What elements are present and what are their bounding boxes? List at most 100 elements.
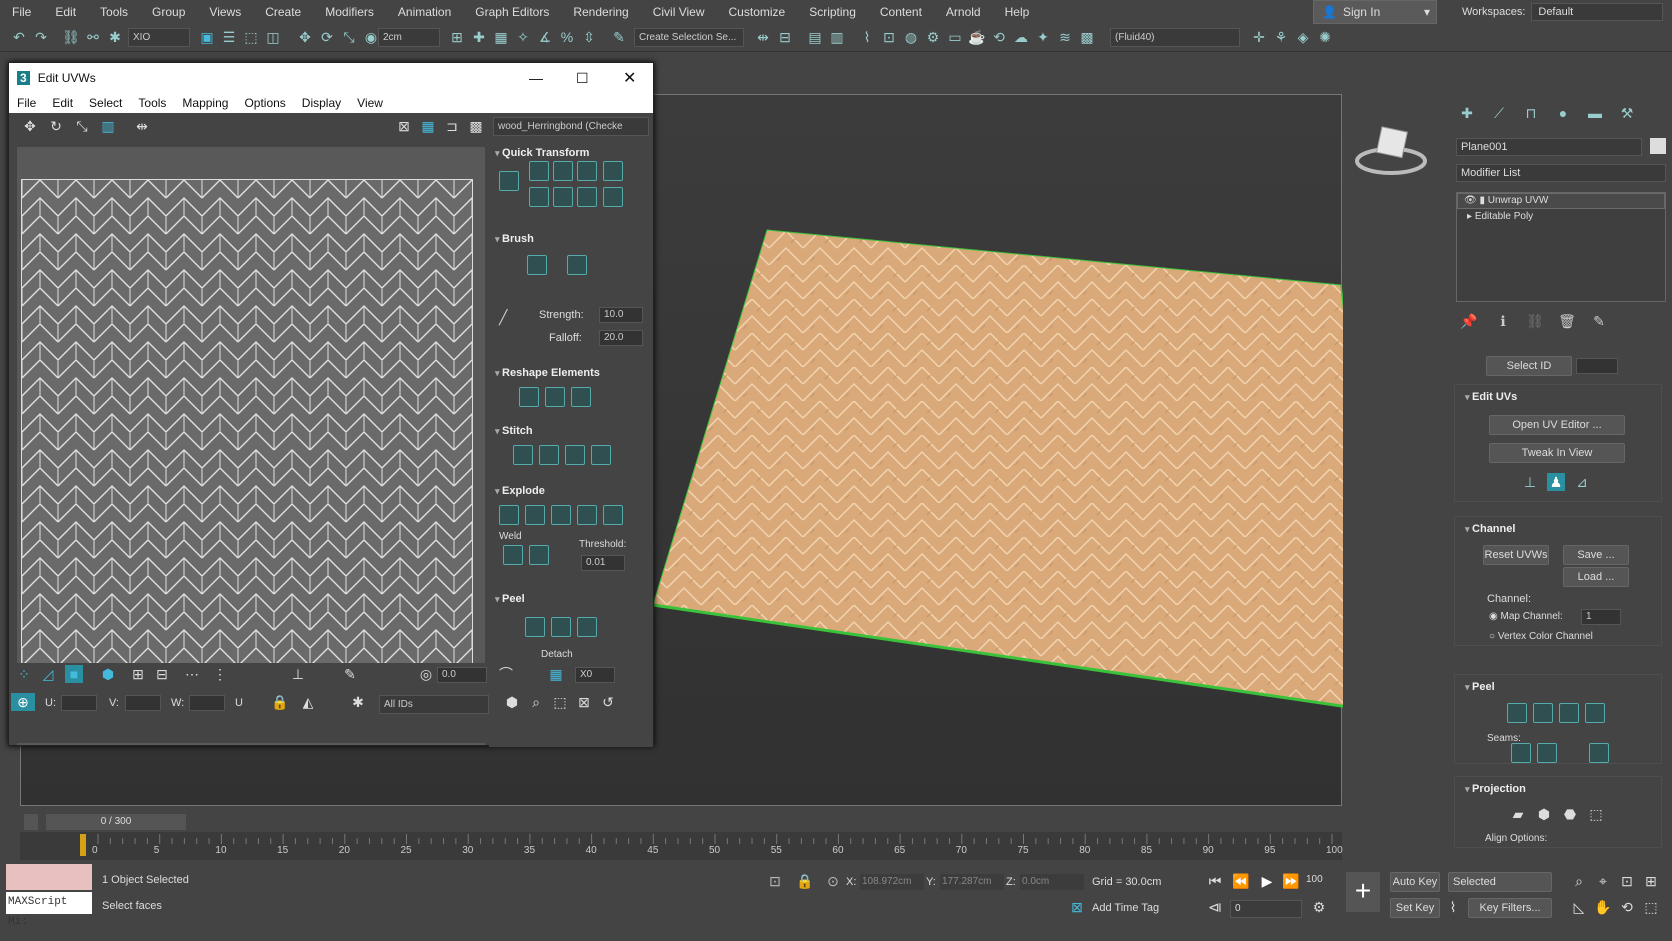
paint-select-icon[interactable]: ✎: [341, 665, 359, 683]
uv-paint-icon[interactable]: ♟: [1547, 473, 1565, 491]
prev-frame-icon[interactable]: ⏪: [1232, 872, 1250, 890]
render-production-icon[interactable]: ☕: [968, 28, 986, 46]
align-horizontal-icon[interactable]: [529, 161, 549, 181]
move-uv-icon[interactable]: ✥: [21, 117, 39, 135]
fluid-render-icon[interactable]: ◈: [1294, 28, 1312, 46]
relax-icon[interactable]: [545, 387, 565, 407]
box-map-icon[interactable]: ⬚: [1587, 805, 1605, 823]
uvw-menu-file[interactable]: File: [9, 96, 44, 110]
key-mode-icon[interactable]: ⧏: [1206, 898, 1224, 916]
lock-icon[interactable]: 🔒: [271, 693, 289, 711]
display-tab-icon[interactable]: ▬: [1586, 104, 1604, 122]
selection-filter-dropdown[interactable]: XIO: [128, 28, 190, 47]
menu-group[interactable]: Group: [140, 0, 197, 24]
relax-brush-icon[interactable]: [567, 255, 587, 275]
channel-header[interactable]: Channel: [1465, 523, 1515, 535]
tweak-in-view-button[interactable]: Tweak In View: [1489, 443, 1625, 463]
object-color-swatch[interactable]: [1650, 138, 1666, 154]
reset-peel-cmd-icon[interactable]: [1559, 703, 1579, 723]
zoom-viewport-icon[interactable]: ⌕: [1570, 872, 1588, 890]
select-id-spinner[interactable]: [1576, 358, 1618, 374]
time-tag-icon[interactable]: ⊠: [1068, 898, 1086, 916]
show-hidden-icon[interactable]: ◭: [299, 693, 317, 711]
spherical-map-icon[interactable]: ⬣: [1561, 805, 1579, 823]
planar-map-icon[interactable]: ▰: [1509, 805, 1527, 823]
w-field[interactable]: [189, 695, 225, 711]
edit-uvs-header[interactable]: Edit UVs: [1465, 391, 1517, 403]
uv-herringbone-grid[interactable]: [21, 179, 473, 675]
edge-mode-icon[interactable]: ◿: [39, 665, 57, 683]
space-vertical-icon[interactable]: [603, 187, 623, 207]
shrink-selection-icon[interactable]: ⊟: [153, 665, 171, 683]
rotate-uv-icon[interactable]: ↻: [47, 117, 65, 135]
cylindrical-map-icon[interactable]: ⬢: [1535, 805, 1553, 823]
align-vertical-icon[interactable]: [553, 161, 573, 181]
set-keys-big-button[interactable]: +: [1346, 872, 1380, 912]
play-icon[interactable]: ▶: [1258, 872, 1276, 890]
absolute-offset-icon[interactable]: ⊕: [11, 693, 35, 711]
u-axis-dropdown[interactable]: U: [235, 697, 243, 709]
key-selection-dropdown[interactable]: Selected: [1448, 872, 1552, 892]
time-prev-icon[interactable]: [24, 814, 38, 830]
quick-peel-cmd-icon[interactable]: [1507, 703, 1527, 723]
create-tab-icon[interactable]: ✚: [1458, 104, 1476, 122]
link-icon[interactable]: ⛓: [62, 28, 80, 46]
minimize-icon[interactable]: —: [529, 70, 543, 86]
zoom-extents-icon[interactable]: ⊠: [575, 693, 593, 711]
uvw-titlebar[interactable]: 3 Edit UVWs — ☐ ✕: [9, 63, 653, 93]
goto-end-label[interactable]: 100: [1306, 874, 1323, 885]
stitch-header[interactable]: Stitch: [495, 425, 533, 437]
scale-uv-icon[interactable]: ⤡: [73, 117, 91, 135]
time-slider[interactable]: 0 / 300: [20, 812, 1342, 832]
zoom-extents-all-icon[interactable]: ⊡: [1618, 872, 1636, 890]
helper-icon[interactable]: ✛: [1250, 28, 1268, 46]
field-of-view-icon[interactable]: ◺: [1570, 898, 1588, 916]
edit-named-sel-icon[interactable]: ✎: [610, 28, 628, 46]
current-frame-marker[interactable]: [80, 834, 86, 856]
uvw-menu-display[interactable]: Display: [294, 96, 349, 110]
break-icon[interactable]: [499, 505, 519, 525]
fluid-dropdown[interactable]: (Fluid40): [1110, 28, 1240, 47]
curve-editor-icon[interactable]: ⌇: [858, 28, 876, 46]
peel-rollout-header[interactable]: Peel: [1465, 681, 1495, 693]
next-frame-icon[interactable]: ⏩: [1282, 872, 1300, 890]
select-element-icon[interactable]: ⬢: [503, 693, 521, 711]
hierarchy-tab-icon[interactable]: ⊓: [1522, 104, 1540, 122]
absolute-mode-icon[interactable]: ⊙: [824, 872, 842, 890]
brush-falloff-curve-icon[interactable]: ╱: [499, 309, 507, 326]
auto-key-button[interactable]: Auto Key: [1390, 872, 1440, 892]
grow-selection-icon[interactable]: ⊞: [129, 665, 147, 683]
reset-peel-icon[interactable]: [577, 617, 597, 637]
maximize-viewport-icon[interactable]: ⬚: [1642, 898, 1660, 916]
threshold-spinner[interactable]: 0.01: [581, 555, 625, 571]
face-mode-icon[interactable]: ■: [65, 665, 83, 683]
uvw-display-icon[interactable]: ⊐: [443, 117, 461, 135]
set-key-button[interactable]: Set Key: [1390, 898, 1440, 918]
window-crossing-icon[interactable]: ◫: [264, 28, 282, 46]
ids-dropdown[interactable]: All IDs: [379, 695, 489, 714]
uvw-menu-select[interactable]: Select: [81, 96, 130, 110]
menu-tools[interactable]: Tools: [88, 0, 140, 24]
quick-transform-header[interactable]: Quick Transform: [495, 147, 589, 159]
maximize-icon[interactable]: ☐: [576, 70, 589, 87]
goto-start-icon[interactable]: ⏮: [1206, 872, 1224, 890]
checker-icon[interactable]: ▩: [467, 117, 485, 135]
maxscript-listener[interactable]: [6, 864, 92, 890]
zoom-all-icon[interactable]: ⌖: [1594, 872, 1612, 890]
space-horizontal-icon[interactable]: [603, 161, 623, 181]
workspaces-select[interactable]: Default: [1531, 3, 1664, 21]
fluid-grid-icon[interactable]: ▩: [1078, 28, 1096, 46]
ribbon-icon[interactable]: ▥: [828, 28, 846, 46]
fluid-settings-icon[interactable]: ✺: [1316, 28, 1334, 46]
track-bar[interactable]: 0 5 10 15 20 25 30 35 40 45 50 55 60 65 70 75 80 85 90 95 10…: [20, 832, 1343, 860]
render-online-icon[interactable]: ☁: [1012, 28, 1030, 46]
menu-scripting[interactable]: Scripting: [797, 0, 868, 24]
pan-icon[interactable]: ↺: [599, 693, 617, 711]
make-unique-icon[interactable]: ⛓: [1526, 312, 1544, 330]
soft-select-icon[interactable]: ⊥: [289, 665, 307, 683]
menu-file[interactable]: File: [0, 0, 43, 24]
mirror-uv-icon[interactable]: ⇹: [133, 117, 151, 135]
element-mode-icon[interactable]: ⬢: [99, 665, 117, 683]
align-to-edge-icon[interactable]: [499, 171, 519, 191]
load-uvs-button[interactable]: Load ...: [1563, 567, 1629, 587]
